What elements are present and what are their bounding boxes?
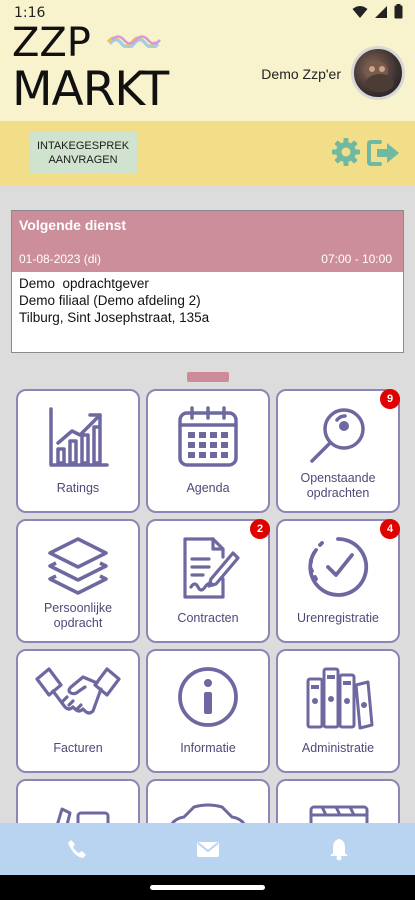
next-shift-address: Tilburg, Sint Josephstraat, 135a [19,310,210,325]
next-shift-card[interactable]: Volgende dienst 01-08-2023 (di) 07:00 - … [11,210,404,353]
logo-text-markt: MARKT [12,62,169,117]
video-icon [309,805,369,823]
tile-label: Agenda [186,481,230,495]
calendar-icon [178,406,238,467]
handshake-icon [35,667,121,715]
open-assignments-badge: 9 [380,389,400,409]
tile-label: Administratie [301,741,375,755]
next-shift-client: Demo opdrachtgever [19,276,149,291]
info-icon [178,667,238,727]
tile-agenda[interactable]: Agenda [146,389,270,513]
tile-label: Ratings [56,481,100,495]
layers-icon [48,537,108,595]
tile-open-assignments[interactable]: Openstaande opdrachten 9 [276,389,400,513]
bell-icon [330,839,348,861]
intake-request-button[interactable]: INTAKEGESPREK AANVRAGEN [29,132,137,174]
avatar-photo [364,61,394,92]
next-shift-header: Volgende dienst 01-08-2023 (di) 07:00 - … [12,211,403,272]
next-shift-branch: Demo filiaal (Demo afdeling 2) [19,293,201,308]
tile-time-registration[interactable]: Urenregistratie 4 [276,519,400,643]
signal-icon [375,5,387,18]
tile-label: Urenregistratie [297,611,379,625]
user-name: Demo Zzp'er [261,66,341,82]
next-shift-time: 07:00 - 10:00 [321,252,392,266]
tile-contracts[interactable]: Contracten 2 [146,519,270,643]
logout-icon[interactable] [367,139,401,167]
time-registration-badge: 4 [380,519,400,539]
system-home-bar [0,875,415,900]
tile-label: Openstaande opdrachten [300,471,376,500]
logo-text-zzp: ZZP [12,20,91,66]
tile-label: Persoonlijke opdracht [43,601,113,630]
next-shift-title: Volgende dienst [19,217,127,233]
tile-partial-1[interactable] [16,779,140,823]
tile-label: Contracten [177,611,239,625]
status-icons [352,4,403,19]
next-shift-date: 01-08-2023 (di) [19,252,102,266]
next-shift-details: Demo opdrachtgever Demo filiaal (Demo af… [12,272,403,329]
check-circle-icon [308,537,369,597]
devices-icon [56,807,110,823]
status-time: 1:16 [14,5,46,21]
drag-handle[interactable] [187,372,229,382]
app-header: ZZP MARKT Demo Zzp'er [0,20,415,121]
bottom-navigation [0,823,415,875]
main-content: Volgende dienst 01-08-2023 (di) 07:00 - … [0,185,415,823]
tile-invoices[interactable]: Facturen [16,649,140,773]
tile-label: Facturen [53,741,103,755]
tile-partial-3[interactable] [276,779,400,823]
contract-pen-icon [183,537,240,599]
tile-personal-assignment[interactable]: Persoonlijke opdracht [16,519,140,643]
avatar[interactable] [351,46,405,100]
car-icon [170,803,246,823]
nav-notifications-button[interactable] [326,836,352,862]
wifi-icon [352,5,368,18]
nav-phone-button[interactable] [64,836,90,862]
tile-partial-2[interactable] [146,779,270,823]
phone-icon [68,840,86,858]
nav-mail-button[interactable] [195,836,221,862]
magnifier-icon [310,408,365,463]
tile-label: Informatie [180,741,236,755]
home-indicator[interactable] [150,885,265,890]
tile-ratings[interactable]: Ratings [16,389,140,513]
logo-wave-icon [106,35,161,48]
contracts-badge: 2 [250,519,270,539]
tile-information[interactable]: Informatie [146,649,270,773]
app-screen: 1:16 ZZP MARKT Demo Zzp'er INTAKEGESPREK… [0,0,415,900]
battery-icon [394,4,403,19]
mail-icon [197,842,219,857]
gear-icon[interactable] [331,137,361,167]
tile-administration[interactable]: Administratie [276,649,400,773]
binders-icon [306,667,374,730]
chart-growth-icon [49,407,109,467]
